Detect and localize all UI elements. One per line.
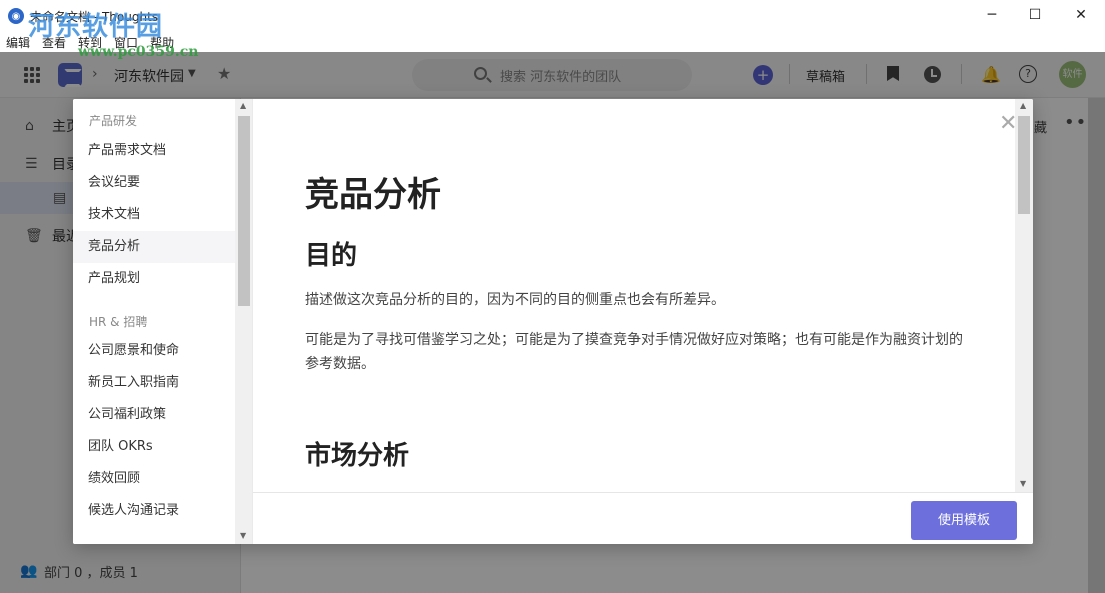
template-item[interactable]: 团队 OKRs [73,431,235,463]
scroll-down-icon[interactable]: ▼ [240,531,246,540]
template-item[interactable]: 新员工入职指南 [73,367,235,399]
preview-title: 竞品分析 [305,175,441,215]
template-preview: 竞品分析 目的 描述做这次竞品分析的目的，因为不同的目的侧重点也会有所差异。 可… [253,99,1033,492]
window-titlebar: ◉ 未命名文档 - Thoughts ─ ☐ ✕ [0,0,1105,32]
template-item[interactable]: 公司愿景和使命 [73,335,235,367]
template-list: 产品研发 产品需求文档 会议纪要 技术文档 竞品分析 产品规划 HR & 招聘 … [73,99,253,544]
maximize-button[interactable]: ☐ [1012,0,1058,30]
template-item[interactable]: 候选人沟通记录 [73,495,235,527]
scrollbar-thumb[interactable] [1018,116,1030,214]
watermark-logo: 河东软件园 [28,12,164,42]
scrollbar-thumb[interactable] [238,116,250,306]
template-item[interactable]: 会议纪要 [73,167,235,199]
preview-paragraph: 描述做这次竞品分析的目的，因为不同的目的侧重点也会有所差异。 [305,292,725,308]
preview-paragraph: 可能是为了寻找可借鉴学习之处；可能是为了摸查竞争对手情况做好应对策略；也有可能是… [305,332,963,372]
preview-heading-purpose: 目的 [305,241,358,271]
template-modal: 产品研发 产品需求文档 会议纪要 技术文档 竞品分析 产品规划 HR & 招聘 … [73,99,1033,544]
scroll-up-icon[interactable]: ▲ [240,101,246,110]
template-group-title: HR & 招聘 [89,315,148,329]
preview-scrollbar[interactable]: ▲ ▼ [1015,99,1033,492]
preview-heading-market: 市场分析 [305,441,410,471]
use-template-button[interactable]: 使用模板 [911,501,1017,540]
template-item[interactable]: 产品需求文档 [73,135,235,167]
template-list-scrollbar[interactable]: ▲ ▼ [235,99,252,544]
scroll-up-icon[interactable]: ▲ [1020,101,1026,110]
template-item[interactable]: 公司福利政策 [73,399,235,431]
close-window-button[interactable]: ✕ [1058,0,1104,30]
modal-footer: 使用模板 [253,492,1033,544]
scroll-down-icon[interactable]: ▼ [1020,479,1026,488]
watermark-url: www.pc0359.cn [78,44,199,60]
template-group-title: 产品研发 [89,114,138,128]
template-item-selected[interactable]: 竞品分析 [73,231,235,263]
app-logo-icon: ◉ [8,8,24,24]
template-item[interactable]: 技术文档 [73,199,235,231]
template-item[interactable]: 产品规划 [73,263,235,295]
minimize-button[interactable]: ─ [969,0,1015,30]
template-item[interactable]: 绩效回顾 [73,463,235,495]
menu-edit[interactable]: 编辑 [6,34,30,51]
